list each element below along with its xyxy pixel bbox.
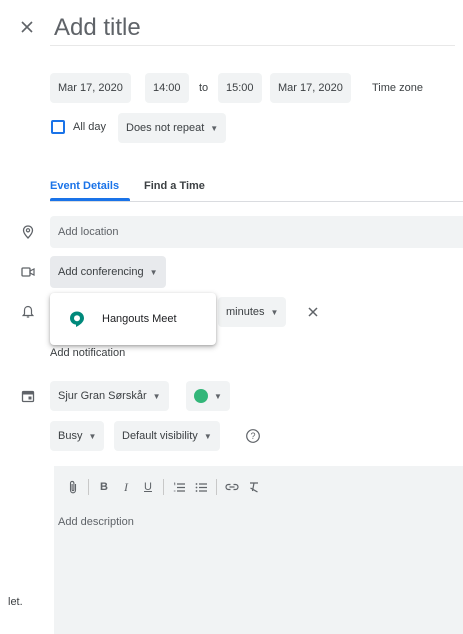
start-date-text: Mar 17, 2020 [58,82,123,94]
link-icon [225,483,239,491]
visibility-help-button[interactable]: ? [245,428,261,444]
notification-unit-value: minutes [226,306,265,318]
location-input[interactable]: Add location [50,216,463,248]
chevron-down-icon: ▼ [152,391,161,401]
calendar-owner: Sjur Gran Sørskår [58,390,147,402]
chevron-down-icon: ▼ [149,267,158,277]
toolbar-separator [163,479,164,495]
numbered-list-icon [173,482,185,492]
help-icon: ? [246,429,260,443]
bulleted-list-button[interactable] [190,476,212,498]
start-time-text: 14:00 [153,82,181,94]
bold-button[interactable]: B [93,476,115,498]
attach-icon [69,480,77,494]
tab-find-a-time[interactable]: Find a Time [144,180,205,192]
italic-button[interactable]: I [115,476,137,498]
end-date-text: Mar 17, 2020 [278,82,343,94]
underline-icon: U [144,481,152,493]
chevron-down-icon: ▼ [210,123,219,133]
conferencing-menu: Hangouts Meet [50,293,216,345]
add-notification-link[interactable]: Add notification [50,347,125,359]
chevron-down-icon: ▼ [214,391,222,401]
all-day-checkbox[interactable] [51,120,65,134]
timezone-label: Time zone [372,82,423,94]
visibility-select[interactable]: Default visibility ▼ [114,421,220,451]
toolbar-separator [88,479,89,495]
formatting-toolbar: B I U [62,476,265,498]
event-color-select[interactable]: ▼ [186,381,230,411]
hangouts-meet-label: Hangouts Meet [102,313,177,325]
start-time-button[interactable]: 14:00 [145,73,189,103]
clear-format-icon [250,482,258,493]
repeat-select[interactable]: Does not repeat ▼ [118,113,227,143]
chevron-down-icon: ▼ [88,431,97,441]
location-placeholder: Add location [58,226,119,238]
chevron-down-icon: ▼ [270,307,279,317]
timezone-button[interactable]: Time zone [372,73,423,103]
repeat-value: Does not repeat [126,122,205,134]
end-date-button[interactable]: Mar 17, 2020 [270,73,351,103]
tab-event-details[interactable]: Event Details [50,180,119,192]
bold-icon: B [100,481,108,493]
bulleted-list-icon [195,482,207,492]
video-camera-icon [20,264,36,280]
start-date-button[interactable]: Mar 17, 2020 [50,73,131,103]
tabs-divider [50,201,463,202]
end-time-button[interactable]: 15:00 [218,73,262,103]
hangouts-meet-icon [70,311,84,327]
toolbar-separator [216,479,217,495]
chevron-down-icon: ▼ [203,431,212,441]
description-editor[interactable]: B I U Add description [54,466,463,634]
calendar-icon [20,388,36,404]
all-day-label: All day [73,121,107,133]
visibility-value: Default visibility [122,430,198,442]
conferencing-option-hangouts-meet[interactable]: Hangouts Meet [68,310,177,328]
all-day-toggle[interactable]: All day [51,120,106,134]
location-pin-icon [20,224,36,240]
close-icon [21,21,33,33]
add-conferencing-button[interactable]: Add conferencing ▼ [50,256,166,288]
link-button[interactable] [221,476,243,498]
svg-text:?: ? [250,431,255,441]
calendar-select[interactable]: Sjur Gran Sørskår ▼ [50,381,169,411]
numbered-list-button[interactable] [168,476,190,498]
attach-button[interactable] [62,476,84,498]
close-button[interactable] [14,14,40,40]
bell-icon [20,304,36,320]
italic-icon: I [124,479,128,494]
notification-unit-select[interactable]: minutes ▼ [218,297,287,327]
underline-button[interactable]: U [137,476,159,498]
truncated-side-text: let. [8,596,23,608]
clear-format-button[interactable] [243,476,265,498]
close-icon [308,307,318,317]
event-color-swatch [194,389,208,403]
title-input[interactable] [50,10,455,46]
add-conferencing-label: Add conferencing [58,266,144,278]
availability-select[interactable]: Busy ▼ [50,421,105,451]
remove-notification-button[interactable] [304,303,322,321]
end-time-text: 15:00 [226,82,254,94]
description-placeholder: Add description [58,516,134,528]
availability-value: Busy [58,430,83,442]
to-separator: to [199,82,209,94]
